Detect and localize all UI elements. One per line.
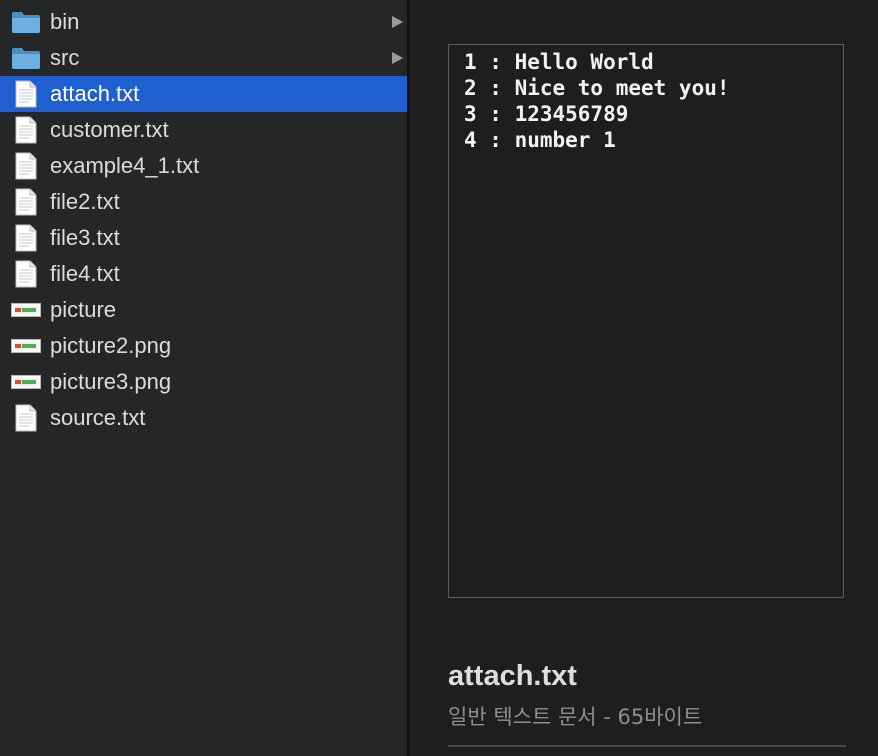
file-row-file3-txt[interactable]: file3.txt xyxy=(0,220,407,256)
file-row-src[interactable]: src xyxy=(0,40,407,76)
file-name-label: example4_1.txt xyxy=(50,153,200,178)
file-row-picture2-png[interactable]: picture2.png xyxy=(0,328,407,364)
text-file-icon xyxy=(11,220,41,256)
file-row-picture3-png[interactable]: picture3.png xyxy=(0,364,407,400)
image-file-icon xyxy=(11,328,41,364)
divider xyxy=(448,745,846,747)
preview-file-name: attach.txt xyxy=(448,660,577,692)
preview-line: 3 : 123456789 xyxy=(464,102,629,126)
preview-line: 2 : Nice to meet you! xyxy=(464,76,730,100)
folder-icon xyxy=(11,40,41,76)
file-row-customer-txt[interactable]: customer.txt xyxy=(0,112,407,148)
file-row-file2-txt[interactable]: file2.txt xyxy=(0,184,407,220)
file-name-label: file2.txt xyxy=(50,189,120,214)
text-file-icon xyxy=(11,112,41,148)
file-row-picture[interactable]: picture xyxy=(0,292,407,328)
file-row-attach-txt[interactable]: attach.txt xyxy=(0,76,407,112)
preview-line: 1 : Hello World xyxy=(464,50,654,74)
chevron-right-icon xyxy=(392,52,403,64)
file-preview-content: 1 : Hello World 2 : Nice to meet you! 3 … xyxy=(448,44,844,598)
chevron-right-icon xyxy=(392,16,403,28)
file-name-label: file3.txt xyxy=(50,225,120,250)
file-list: bin src attach.txt customer.txt example4… xyxy=(0,4,407,436)
file-row-file4-txt[interactable]: file4.txt xyxy=(0,256,407,292)
image-file-icon xyxy=(11,364,41,400)
file-name-label: customer.txt xyxy=(50,117,169,142)
file-row-bin[interactable]: bin xyxy=(0,4,407,40)
file-row-example4-1-txt[interactable]: example4_1.txt xyxy=(0,148,407,184)
file-name-label: file4.txt xyxy=(50,261,120,286)
folder-icon xyxy=(11,4,41,40)
file-name-label: picture3.png xyxy=(50,369,172,394)
text-file-icon xyxy=(11,256,41,292)
text-file-icon xyxy=(11,400,41,436)
text-file-icon xyxy=(11,184,41,220)
image-file-icon xyxy=(11,292,41,328)
preview-line: 4 : number 1 xyxy=(464,128,616,152)
text-file-icon xyxy=(11,148,41,184)
file-row-source-txt[interactable]: source.txt xyxy=(0,400,407,436)
file-name-label: picture2.png xyxy=(50,333,172,358)
text-file-icon xyxy=(11,76,41,112)
file-name-label: src xyxy=(50,45,80,70)
preview-file-info: 일반 텍스트 문서 - 65바이트 xyxy=(448,705,703,729)
file-name-label: source.txt xyxy=(50,405,146,430)
file-name-label: attach.txt xyxy=(50,81,140,106)
file-name-label: picture xyxy=(50,297,117,322)
preview-pane: 1 : Hello World 2 : Nice to meet you! 3 … xyxy=(409,0,878,756)
file-name-label: bin xyxy=(50,9,80,34)
file-list-column: bin src attach.txt customer.txt example4… xyxy=(0,0,407,756)
